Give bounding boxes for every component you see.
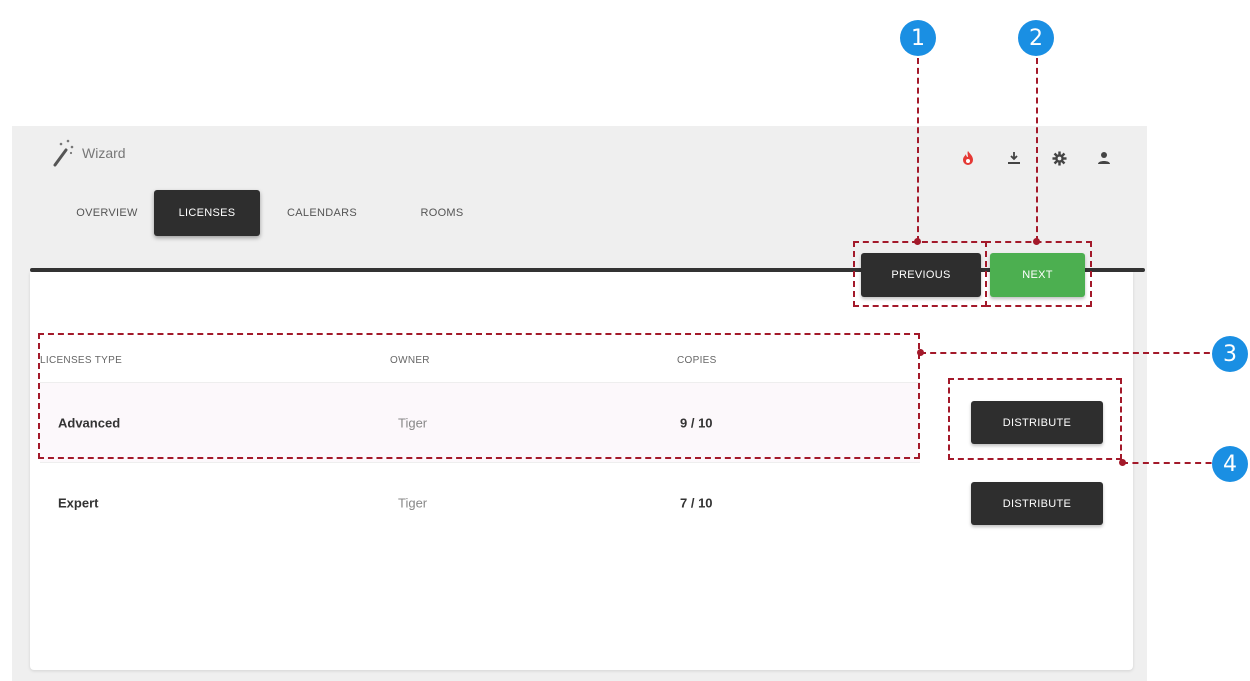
annotation-leader-1 [917, 58, 919, 242]
tab-overview[interactable]: OVERVIEW [52, 190, 162, 236]
annotation-box-table [38, 333, 920, 459]
user-icon[interactable] [1094, 148, 1114, 168]
annotation-box-next [985, 241, 1092, 307]
tab-calendars[interactable]: CALENDARS [272, 190, 372, 236]
annotation-marker-2: 2 [1018, 20, 1054, 56]
annotation-marker-1: 1 [900, 20, 936, 56]
annotation-dot-1 [914, 238, 921, 245]
annotation-leader-4 [1122, 462, 1222, 464]
annotation-leader-2 [1036, 58, 1038, 242]
annotation-marker-4: 4 [1212, 446, 1248, 482]
tab-bar: OVERVIEW LICENSES CALENDARS ROOMS [52, 190, 492, 236]
annotation-box-distribute [948, 378, 1122, 460]
copies-cell: 7 / 10 [680, 495, 713, 510]
tab-rooms[interactable]: ROOMS [392, 190, 492, 236]
annotation-dot-4 [1119, 459, 1126, 466]
app-brand: Wizard [52, 138, 126, 168]
annotation-box-previous [853, 241, 987, 307]
annotation-dot-2 [1033, 238, 1040, 245]
screenshot-stage: Wizard OVERVIEW LICENSES CALENDARS ROOMS [0, 0, 1250, 681]
tab-licenses[interactable]: LICENSES [154, 190, 260, 236]
download-icon[interactable] [1004, 148, 1024, 168]
app-title: Wizard [82, 145, 126, 161]
table-row: Expert Tiger 7 / 10 [40, 462, 920, 542]
fire-icon[interactable] [958, 148, 978, 168]
annotation-dot-3 [917, 349, 924, 356]
gear-icon[interactable] [1049, 148, 1069, 168]
annotation-marker-3: 3 [1212, 336, 1248, 372]
owner-cell: Tiger [398, 495, 428, 510]
magic-wand-icon [52, 138, 76, 168]
license-type-cell: Expert [58, 495, 99, 510]
distribute-button[interactable]: DISTRIBUTE [971, 482, 1103, 525]
annotation-leader-3 [920, 352, 1220, 354]
